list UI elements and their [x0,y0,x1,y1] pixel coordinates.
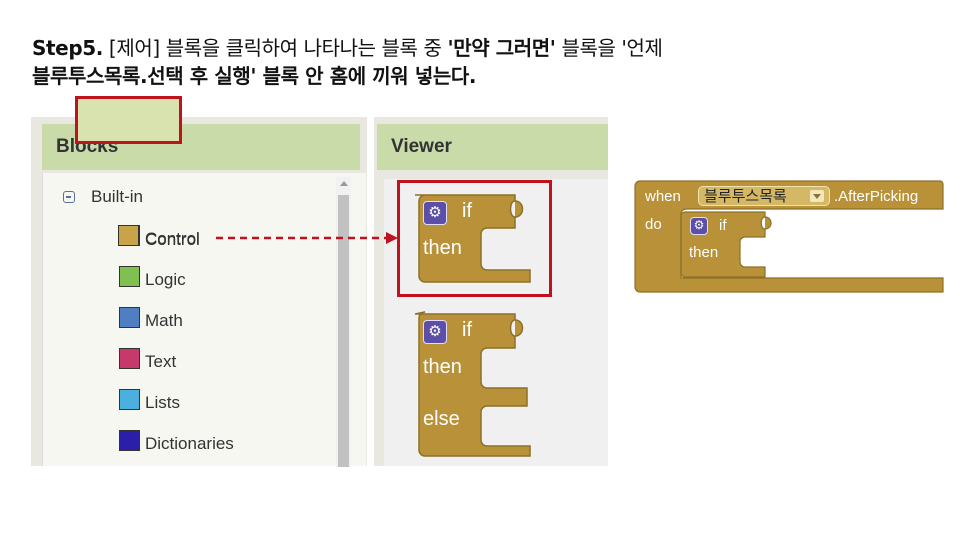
event-name-label: .AfterPicking [834,188,919,205]
if-then-else-else-label: else [423,408,460,430]
component-dropdown[interactable]: 블루투스목록 [698,186,830,206]
event-do-label: do [645,216,662,233]
dropdown-caret-icon[interactable] [810,190,824,202]
if-then-else-gear-icon[interactable]: ⚙ [423,320,447,344]
event-inner-if-label: if [719,217,727,234]
if-then-else-puzzle-tab [514,319,524,337]
component-dropdown-value: 블루투스목록 [704,187,787,205]
if-then-else-if-label: if [462,319,472,341]
if-then-else-then-label: then [423,356,462,378]
if-then-highlight-box [397,180,552,297]
event-inner-puzzle-tab [764,216,772,230]
event-inner-then-label: then [689,244,719,261]
event-inner-gear-icon[interactable]: ⚙ [690,217,708,235]
event-when-label: when [645,188,681,205]
